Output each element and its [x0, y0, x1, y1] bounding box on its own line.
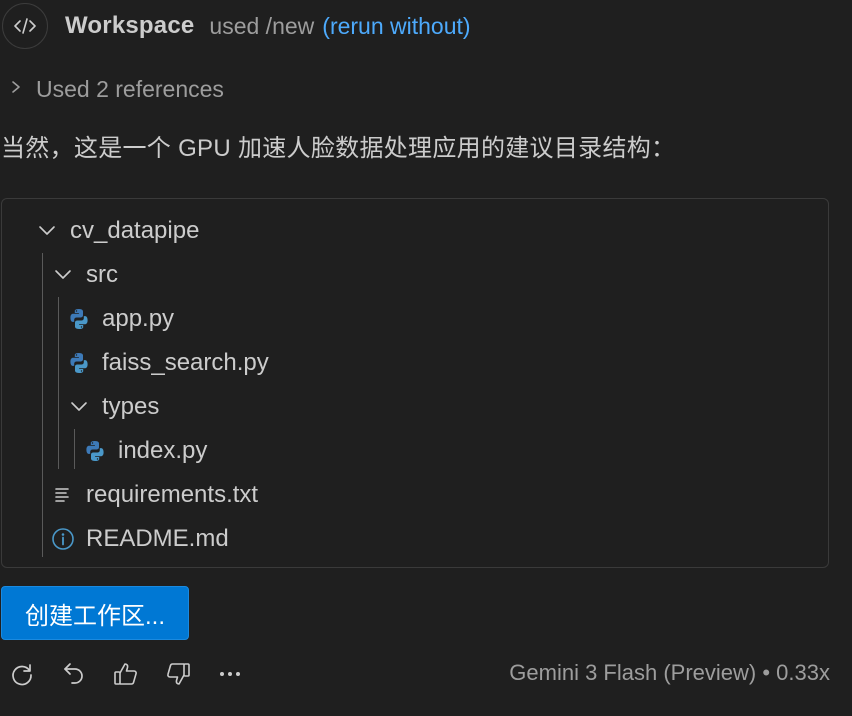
create-workspace-button[interactable]: 创建工作区... [1, 586, 189, 640]
references-label: Used 2 references [36, 75, 224, 102]
tree-item-requirements-txt[interactable]: requirements.txt [50, 473, 258, 517]
tree-item-label: cv_datapipe [70, 217, 200, 244]
thumbs-up-icon[interactable] [109, 657, 143, 691]
chat-response-panel: Workspace used /new (rerun without) Used… [0, 0, 852, 716]
tree-item-label: README.md [86, 525, 229, 552]
command-used-text: used /new [209, 12, 315, 39]
tree-item-label: src [86, 261, 118, 288]
separator-dot: • [762, 660, 771, 685]
python-file-icon [66, 350, 92, 376]
tree-item-readme-md[interactable]: README.md [50, 517, 229, 561]
text-file-icon [50, 482, 76, 508]
retry-icon[interactable] [5, 657, 39, 691]
undo-icon[interactable] [57, 657, 91, 691]
tree-item-cv-datapipe[interactable]: cv_datapipe [34, 209, 199, 253]
participant-name: Workspace [65, 12, 195, 39]
info-icon [50, 526, 76, 552]
python-file-icon [66, 306, 92, 332]
model-name: Gemini 3 Flash (Preview) [509, 660, 757, 685]
tree-item-label: requirements.txt [86, 481, 259, 508]
code-brackets-icon [2, 3, 48, 49]
rerun-without-link[interactable]: (rerun without) [322, 13, 470, 40]
more-icon[interactable] [213, 657, 247, 691]
tree-item-index-py[interactable]: index.py [82, 429, 207, 473]
chevron-right-icon [10, 79, 22, 100]
indent-guide [58, 297, 59, 469]
file-tree-preview: cv_datapipe src app.py faiss_search.py t… [1, 198, 829, 568]
model-multiplier: 0.33x [776, 660, 830, 685]
response-text: 当然，这是一个 GPU 加速人脸数据处理应用的建议目录结构： [1, 135, 676, 162]
tree-item-types[interactable]: types [66, 385, 159, 429]
model-info: Gemini 3 Flash (Preview) • 0.33x [509, 660, 830, 686]
participant-header: Workspace used /new (rerun without) [0, 0, 471, 52]
chevron-down-icon [34, 218, 60, 244]
tree-item-src[interactable]: src [50, 253, 118, 297]
thumbs-down-icon[interactable] [161, 657, 195, 691]
references-toggle[interactable]: Used 2 references [10, 72, 224, 106]
indent-guide [74, 429, 75, 469]
tree-item-app-py[interactable]: app.py [66, 297, 174, 341]
tree-item-label: app.py [102, 305, 175, 332]
python-file-icon [82, 438, 108, 464]
chevron-down-icon [66, 394, 92, 420]
tree-item-label: types [102, 393, 160, 420]
chevron-down-icon [50, 262, 76, 288]
tree-item-label: faiss_search.py [102, 349, 269, 376]
indent-guide [42, 253, 43, 557]
tree-item-faiss-search-py[interactable]: faiss_search.py [66, 341, 269, 385]
tree-item-label: index.py [118, 437, 208, 464]
